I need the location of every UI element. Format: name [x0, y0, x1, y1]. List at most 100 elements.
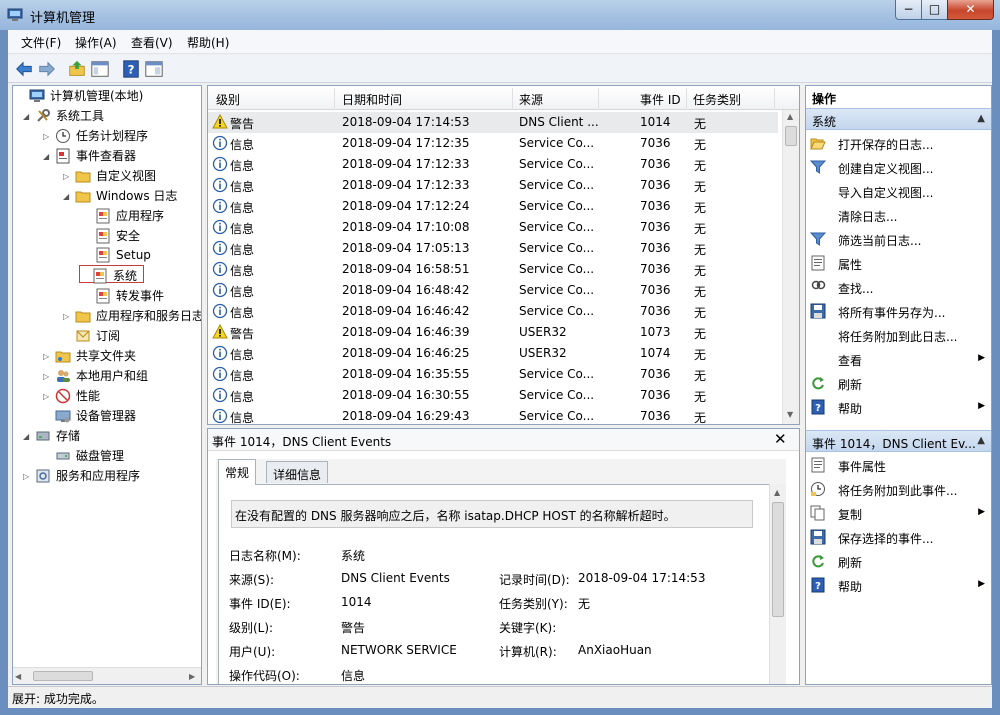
action-item-label: 保存选择的事件...: [838, 532, 934, 546]
tree-item-services-apps[interactable]: ▷ 服务和应用程序: [23, 467, 142, 485]
tree-item-windows-logs[interactable]: ◢ Windows 日志: [63, 187, 179, 205]
event-description[interactable]: 在没有配置的 DNS 服务器响应之后，名称 isatap.DHCP HOST 的…: [231, 500, 753, 528]
detail-vertical-scrollbar[interactable]: ▲: [769, 484, 786, 684]
action-item[interactable]: 创建自定义视图...: [806, 156, 991, 180]
maximize-button[interactable]: □: [921, 0, 948, 20]
collapse-arrow-icon[interactable]: ◢: [23, 112, 33, 121]
tree-horizontal-scrollbar[interactable]: ◀ ▶: [13, 667, 201, 684]
tree-item-event-viewer[interactable]: ◢ 事件查看器: [43, 147, 138, 165]
event-row[interactable]: 信息 2018-09-04 16:46:42 Service Co... 7036 无: [208, 301, 778, 322]
tree-item-custom-views[interactable]: ▷ 自定义视图: [63, 167, 158, 185]
tree-item-subscriptions[interactable]: 订阅: [63, 327, 122, 345]
action-item[interactable]: 将所有事件另存为...: [806, 300, 991, 324]
collapse-icon[interactable]: ▲: [977, 435, 985, 446]
expand-arrow-icon[interactable]: ▷: [63, 312, 73, 321]
event-row[interactable]: 信息 2018-09-04 17:12:33 Service Co... 7036 无: [208, 175, 778, 196]
column-header-event-id[interactable]: 事件 ID: [640, 91, 681, 108]
close-icon[interactable]: ✕: [774, 430, 787, 448]
tree-item-system[interactable]: 系统: [79, 265, 145, 284]
action-item[interactable]: 刷新: [806, 372, 991, 396]
tab-details[interactable]: 详细信息: [266, 461, 329, 483]
properties-icon[interactable]: [143, 58, 165, 80]
tree-item-application[interactable]: 应用程序: [83, 207, 166, 225]
collapse-arrow-icon[interactable]: ◢: [43, 152, 53, 161]
actions-section-system[interactable]: 系统 ▲: [806, 108, 991, 130]
menu-action[interactable]: 操作(A): [75, 34, 117, 51]
event-list-vertical-scrollbar[interactable]: ▲ ▼: [782, 110, 799, 424]
action-item[interactable]: 查看 ▶: [806, 348, 991, 372]
close-button[interactable]: ✕: [947, 0, 994, 20]
event-row[interactable]: 信息 2018-09-04 17:10:08 Service Co... 7036 无: [208, 217, 778, 238]
tree-item-security[interactable]: 安全: [83, 227, 142, 245]
disk-icon: [56, 452, 70, 460]
tree-item-label: 系统: [113, 269, 138, 283]
event-row[interactable]: 信息 2018-09-04 16:48:42 Service Co... 7036 无: [208, 280, 778, 301]
action-item[interactable]: 将任务附加到此日志...: [806, 324, 991, 348]
event-row[interactable]: 信息 2018-09-04 17:12:24 Service Co... 7036 无: [208, 196, 778, 217]
action-item[interactable]: 打开保存的日志...: [806, 132, 991, 156]
expand-arrow-icon[interactable]: ▷: [43, 392, 53, 401]
back-arrow-icon[interactable]: [13, 58, 35, 80]
event-row[interactable]: 警告 2018-09-04 17:14:53 DNS Client ... 1014 无: [208, 112, 778, 133]
collapse-arrow-icon[interactable]: ◢: [23, 432, 33, 441]
event-id: 7036: [640, 241, 671, 255]
action-item[interactable]: 事件属性: [806, 454, 991, 478]
column-header-datetime[interactable]: 日期和时间: [342, 91, 402, 108]
expand-arrow-icon[interactable]: ▷: [43, 372, 53, 381]
action-item[interactable]: 将任务附加到此事件...: [806, 478, 991, 502]
collapse-icon[interactable]: ▲: [977, 113, 985, 124]
action-item[interactable]: 复制 ▶: [806, 502, 991, 526]
tree-item-performance[interactable]: ▷ 性能: [43, 387, 102, 405]
action-item[interactable]: 清除日志...: [806, 204, 991, 228]
tree-item-apps-services-logs[interactable]: ▷ 应用程序和服务日志: [63, 307, 201, 325]
action-item[interactable]: 导入自定义视图...: [806, 180, 991, 204]
tab-general[interactable]: 常规: [218, 459, 257, 485]
actions-section-event[interactable]: 事件 1014，DNS Client Ev... ▲: [806, 430, 991, 452]
tree-item-device-manager[interactable]: 设备管理器: [43, 407, 138, 425]
column-header-level[interactable]: 级别: [216, 91, 240, 108]
expand-arrow-icon[interactable]: ▷: [63, 172, 73, 181]
menu-view[interactable]: 查看(V): [131, 34, 173, 51]
event-row[interactable]: 警告 2018-09-04 16:46:39 USER32 1073 无: [208, 322, 778, 343]
action-item-label: 属性: [838, 258, 863, 272]
expand-arrow-icon[interactable]: ▷: [43, 352, 53, 361]
event-datetime: 2018-09-04 17:12:33: [342, 178, 470, 192]
tree-item-setup[interactable]: Setup: [83, 247, 153, 265]
tree-item-local-users-groups[interactable]: ▷ 本地用户和组: [43, 367, 150, 385]
action-item[interactable]: ? 帮助 ▶: [806, 574, 991, 598]
collapse-arrow-icon[interactable]: ◢: [63, 192, 73, 201]
action-item[interactable]: 属性: [806, 252, 991, 276]
event-row[interactable]: 信息 2018-09-04 17:12:35 Service Co... 7036 无: [208, 133, 778, 154]
event-row[interactable]: 信息 2018-09-04 16:46:25 USER32 1074 无: [208, 343, 778, 364]
action-item[interactable]: 筛选当前日志...: [806, 228, 991, 252]
event-row[interactable]: 信息 2018-09-04 16:30:55 Service Co... 7036 无: [208, 385, 778, 406]
expand-arrow-icon[interactable]: ▷: [43, 132, 53, 141]
tree-item-shared-folders[interactable]: ▷ 共享文件夹: [43, 347, 138, 365]
refresh-icon: [812, 377, 824, 390]
tree-item-system-tools[interactable]: ◢ 系统工具: [23, 107, 106, 125]
action-item[interactable]: 保存选择的事件...: [806, 526, 991, 550]
tree-item-disk-management[interactable]: 磁盘管理: [43, 447, 126, 465]
expand-arrow-icon[interactable]: ▷: [23, 472, 33, 481]
tree-item-storage[interactable]: ◢ 存储: [23, 427, 82, 445]
action-item[interactable]: 刷新: [806, 550, 991, 574]
minimize-button[interactable]: −: [895, 0, 922, 20]
tree-item-task-scheduler[interactable]: ▷ 任务计划程序: [43, 127, 150, 145]
menu-help[interactable]: 帮助(H): [187, 34, 229, 51]
tree-item-computer-management[interactable]: 计算机管理(本地): [17, 87, 145, 105]
tree-item-forwarded-events[interactable]: 转发事件: [83, 287, 166, 305]
action-item[interactable]: 查找...: [806, 276, 991, 300]
event-row[interactable]: 信息 2018-09-04 16:58:51 Service Co... 7036 无: [208, 259, 778, 280]
menu-file[interactable]: 文件(F): [21, 34, 61, 51]
event-row[interactable]: 信息 2018-09-04 16:29:43 Service Co... 7036 无: [208, 406, 778, 424]
show-hide-tree-icon[interactable]: [89, 58, 111, 80]
help-icon[interactable]: ?: [120, 58, 142, 80]
action-item[interactable]: ? 帮助 ▶: [806, 396, 991, 420]
column-header-source[interactable]: 来源: [519, 91, 543, 108]
forward-arrow-icon[interactable]: [36, 58, 58, 80]
event-row[interactable]: 信息 2018-09-04 17:05:13 Service Co... 7036 无: [208, 238, 778, 259]
event-row[interactable]: 信息 2018-09-04 16:35:55 Service Co... 7036 无: [208, 364, 778, 385]
event-row[interactable]: 信息 2018-09-04 17:12:33 Service Co... 7036 无: [208, 154, 778, 175]
column-header-task-category[interactable]: 任务类别: [693, 91, 741, 108]
up-folder-icon[interactable]: [66, 58, 88, 80]
